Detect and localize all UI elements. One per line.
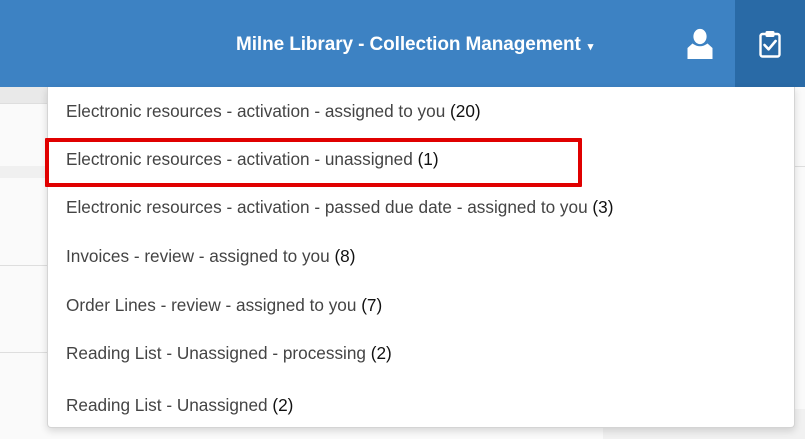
task-item-count: (8) xyxy=(334,246,356,266)
task-item-label: Reading List - Unassigned - processing xyxy=(66,343,366,363)
task-item-count: (1) xyxy=(417,149,439,169)
task-item-count: (20) xyxy=(450,101,481,121)
chevron-down-icon: ▾ xyxy=(587,40,594,53)
task-item-label: Reading List - Unassigned xyxy=(66,395,268,415)
tasks-button[interactable] xyxy=(735,0,805,87)
background-block xyxy=(0,166,48,178)
task-item-count: (7) xyxy=(361,295,383,315)
background-divider xyxy=(0,103,48,104)
task-item-order-lines-review[interactable]: Order Lines - review - assigned to you (… xyxy=(66,294,382,316)
tasks-dropdown-menu: Electronic resources - activation - assi… xyxy=(47,87,795,428)
background-divider xyxy=(0,265,48,266)
task-item-count: (3) xyxy=(592,197,614,217)
task-item-reading-list-unassigned[interactable]: Reading List - Unassigned (2) xyxy=(66,394,293,416)
background-divider xyxy=(0,352,48,353)
task-item-eresources-unassigned[interactable]: Electronic resources - activation - unas… xyxy=(66,148,439,170)
task-item-label: Invoices - review - assigned to you xyxy=(66,246,330,266)
user-icon xyxy=(687,28,713,59)
task-item-invoices-review[interactable]: Invoices - review - assigned to you (8) xyxy=(66,245,355,267)
task-item-count: (2) xyxy=(272,395,294,415)
user-menu-button[interactable] xyxy=(680,26,720,62)
task-item-label: Electronic resources - activation - pass… xyxy=(66,197,588,217)
task-item-label: Electronic resources - activation - unas… xyxy=(66,149,413,169)
task-item-label: Order Lines - review - assigned to you xyxy=(66,295,357,315)
top-header-bar: Milne Library - Collection Management ▾ xyxy=(0,0,805,87)
task-item-count: (2) xyxy=(370,343,392,363)
task-item-eresources-assigned[interactable]: Electronic resources - activation - assi… xyxy=(66,100,481,122)
task-item-label: Electronic resources - activation - assi… xyxy=(66,101,446,121)
library-selector-label: Milne Library - Collection Management xyxy=(236,34,581,55)
task-item-eresources-past-due[interactable]: Electronic resources - activation - pass… xyxy=(66,196,613,218)
task-item-reading-list-processing[interactable]: Reading List - Unassigned - processing (… xyxy=(66,342,392,364)
background-tab xyxy=(0,87,48,103)
background-divider xyxy=(795,166,805,167)
tasks-clipboard-check-icon xyxy=(759,30,781,58)
library-selector[interactable]: Milne Library - Collection Management ▾ xyxy=(236,32,593,58)
